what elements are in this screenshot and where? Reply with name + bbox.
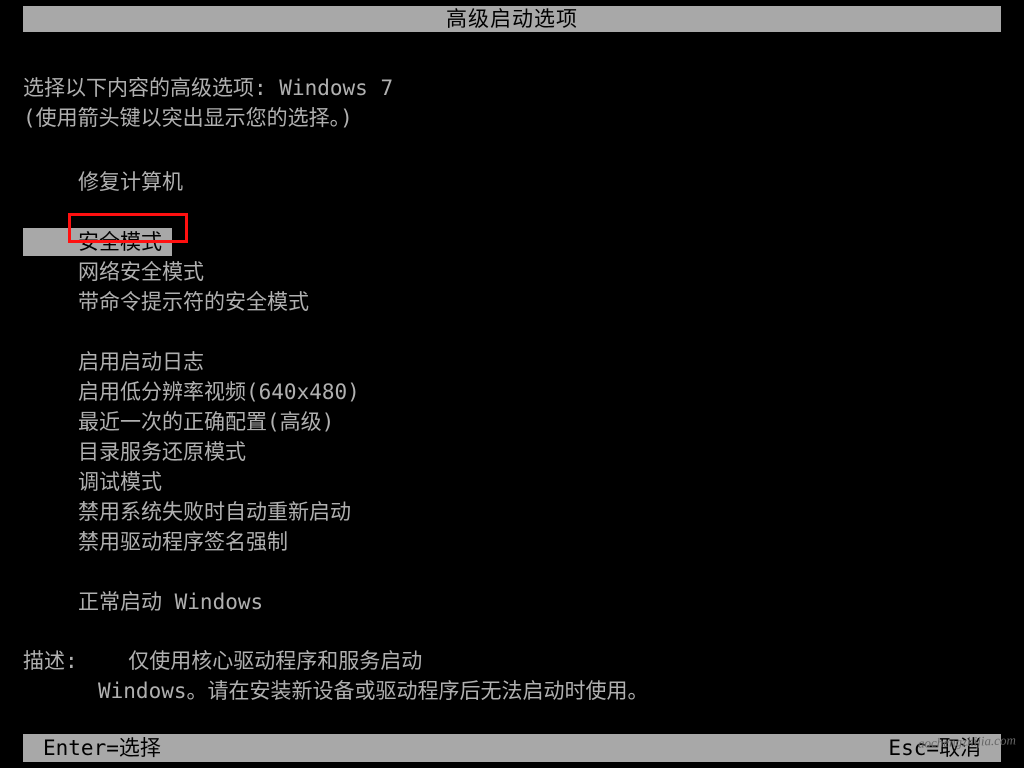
instruction-line-1: 选择以下内容的高级选项: Windows 7	[23, 73, 1001, 103]
description-block: 描述: 仅使用核心驱动程序和服务启动 Windows。请在安装新设备或驱动程序后…	[23, 646, 649, 706]
instruction-prefix: 选择以下内容的高级选项:	[23, 76, 279, 100]
content-area: 选择以下内容的高级选项: Windows 7 (使用箭头键以突出显示您的选择。)…	[23, 73, 1001, 617]
option-repair-computer[interactable]: 修复计算机	[23, 167, 1001, 197]
hint-esc-cancel: Esc=取消	[888, 734, 981, 762]
footer-bar: Enter=选择 Esc=取消	[23, 734, 1001, 762]
description-line-1: 仅使用核心驱动程序和服务启动	[128, 649, 422, 673]
title-text: 高级启动选项	[446, 7, 578, 31]
instruction-line-2: (使用箭头键以突出显示您的选择。)	[23, 103, 1001, 133]
option-safe-mode-cmd[interactable]: 带命令提示符的安全模式	[23, 287, 1001, 317]
option-safe-mode-networking[interactable]: 网络安全模式	[23, 257, 1001, 287]
option-low-res-video[interactable]: 启用低分辨率视频(640x480)	[23, 377, 1001, 407]
option-disable-auto-restart[interactable]: 禁用系统失败时自动重新启动	[23, 497, 1001, 527]
option-boot-logging[interactable]: 启用启动日志	[23, 347, 1001, 377]
description-label: 描述:	[23, 649, 78, 673]
selected-highlight: 安全模式	[23, 228, 172, 256]
option-disable-driver-sig[interactable]: 禁用驱动程序签名强制	[23, 527, 1001, 557]
option-start-normally[interactable]: 正常启动 Windows	[23, 587, 1001, 617]
option-ds-restore[interactable]: 目录服务还原模式	[23, 437, 1001, 467]
hint-enter-select: Enter=选择	[43, 734, 161, 762]
option-safe-mode[interactable]: 安全模式	[23, 227, 1001, 257]
description-line-2: Windows。请在安装新设备或驱动程序后无法启动时使用。	[23, 679, 649, 703]
option-last-known-good[interactable]: 最近一次的正确配置(高级)	[23, 407, 1001, 437]
boot-options-list: 修复计算机 安全模式 网络安全模式 带命令提示符的安全模式 启用启动日志 启用低…	[23, 167, 1001, 617]
instruction-os: Windows 7	[279, 76, 393, 100]
title-bar: 高级启动选项	[23, 6, 1001, 32]
option-debug-mode[interactable]: 调试模式	[23, 467, 1001, 497]
